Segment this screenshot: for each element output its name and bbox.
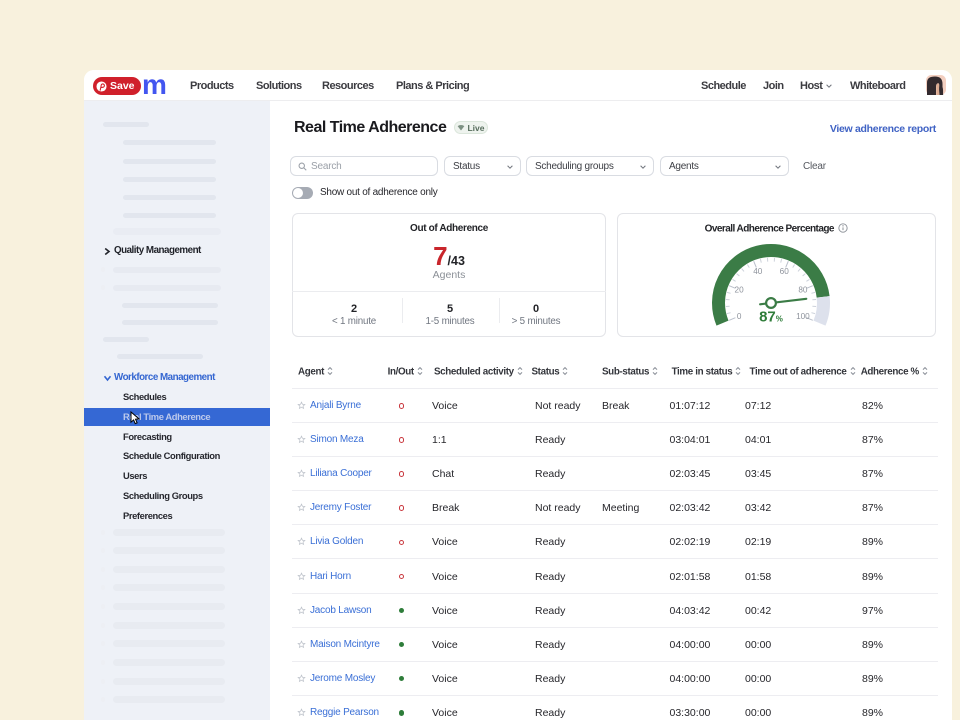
svg-text:87%: 87% <box>759 309 783 326</box>
svg-text:40: 40 <box>753 267 763 276</box>
svg-text:20: 20 <box>735 286 745 295</box>
svg-text:60: 60 <box>780 267 790 276</box>
svg-text:80: 80 <box>798 286 808 295</box>
svg-text:0: 0 <box>737 312 742 321</box>
svg-text:100: 100 <box>796 312 810 321</box>
